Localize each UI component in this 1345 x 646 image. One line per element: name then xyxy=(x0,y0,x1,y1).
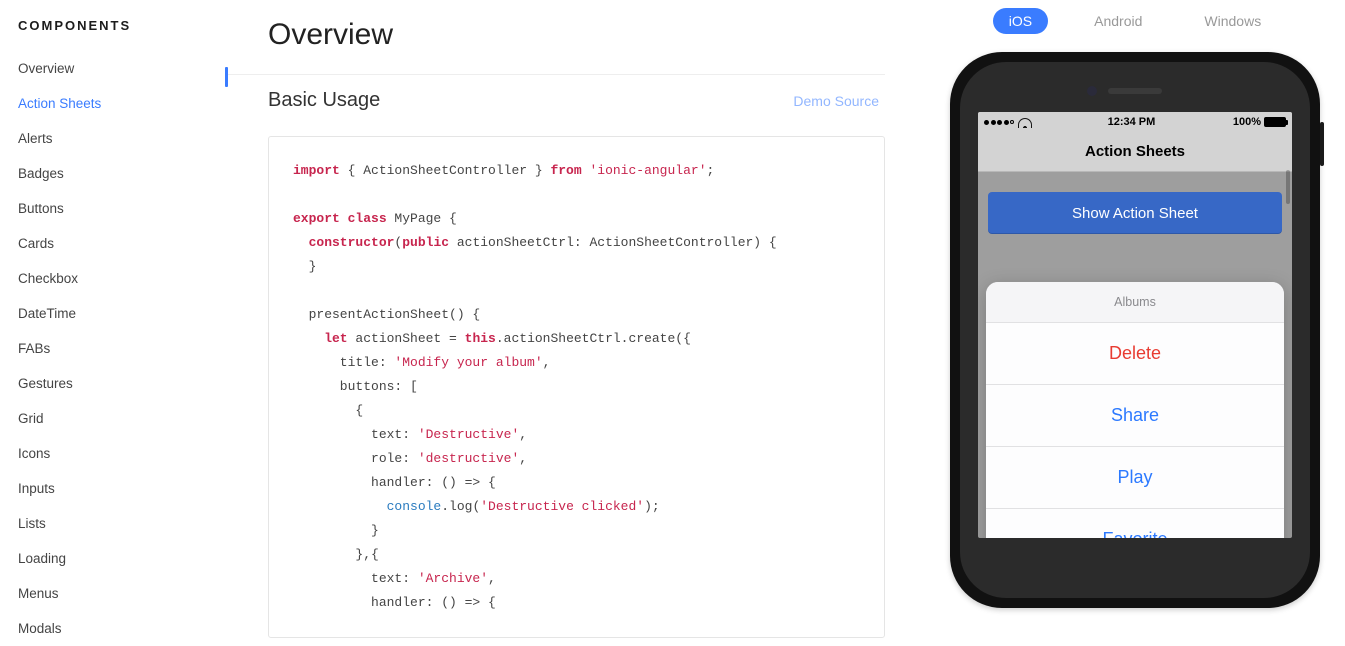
sidebar-item-lists[interactable]: Lists xyxy=(18,506,225,541)
sidebar-item-modals[interactable]: Modals xyxy=(18,611,225,646)
sidebar: COMPONENTS Overview Action Sheets Alerts… xyxy=(0,0,225,608)
code-token: 'Modify your album' xyxy=(394,355,542,370)
code-token xyxy=(293,499,387,514)
phone-screen: 12:34 PM 100% Action Sheets Show Action … xyxy=(978,112,1292,538)
code-token: text: xyxy=(293,427,418,442)
sidebar-item-badges[interactable]: Badges xyxy=(18,156,225,191)
tab-android[interactable]: Android xyxy=(1078,8,1158,34)
sidebar-title: COMPONENTS xyxy=(18,0,225,51)
phone-speaker-icon xyxy=(1108,88,1162,94)
sidebar-item-icons[interactable]: Icons xyxy=(18,436,225,471)
section-title: Basic Usage xyxy=(268,89,380,112)
status-time: 12:34 PM xyxy=(1108,116,1156,128)
sidebar-item-checkbox[interactable]: Checkbox xyxy=(18,261,225,296)
code-token: 'Destructive' xyxy=(418,427,519,442)
sidebar-item-cards[interactable]: Cards xyxy=(18,226,225,261)
phone-frame: 12:34 PM 100% Action Sheets Show Action … xyxy=(950,52,1320,608)
phone-side-button xyxy=(1320,122,1324,166)
status-bar: 12:34 PM 100% xyxy=(978,112,1292,132)
signal-dots-icon xyxy=(984,120,1014,125)
code-token: } xyxy=(293,523,379,538)
sidebar-item-menus[interactable]: Menus xyxy=(18,576,225,611)
code-token: } xyxy=(293,259,316,274)
battery-percent: 100% xyxy=(1233,116,1261,128)
code-block: import { ActionSheetController } from 'i… xyxy=(268,136,885,638)
code-token: 'destructive' xyxy=(418,451,519,466)
code-token: this xyxy=(465,331,496,346)
platform-tabs: iOS Android Windows xyxy=(993,8,1277,34)
code-token: , xyxy=(519,451,527,466)
section-indicator xyxy=(225,67,228,87)
code-token: , xyxy=(519,427,527,442)
code-token: ; xyxy=(707,163,715,178)
phone-camera-icon xyxy=(1087,86,1097,96)
sidebar-item-fabs[interactable]: FABs xyxy=(18,331,225,366)
code-token: { xyxy=(293,403,363,418)
code-token: MyPage { xyxy=(387,211,457,226)
code-token: 'ionic-angular' xyxy=(582,163,707,178)
code-token: public xyxy=(402,235,449,250)
code-token: presentActionSheet() { xyxy=(293,307,480,322)
code-token: console xyxy=(387,499,442,514)
action-sheet-button-delete[interactable]: Delete xyxy=(986,323,1284,385)
action-sheet: Albums Delete Share Play Favorite xyxy=(986,282,1284,538)
sidebar-item-action-sheets[interactable]: Action Sheets xyxy=(18,86,225,121)
sidebar-item-overview[interactable]: Overview xyxy=(18,51,225,86)
code-token: constructor xyxy=(293,235,394,250)
code-token: , xyxy=(543,355,551,370)
sidebar-item-inputs[interactable]: Inputs xyxy=(18,471,225,506)
code-token: .actionSheetCtrl.create({ xyxy=(496,331,691,346)
battery-icon xyxy=(1264,117,1286,127)
code-token: class xyxy=(340,211,387,226)
code-token: ); xyxy=(644,499,660,514)
sidebar-item-datetime[interactable]: DateTime xyxy=(18,296,225,331)
code-token: text: xyxy=(293,571,418,586)
code-token: 'Destructive clicked' xyxy=(480,499,644,514)
code-token: import xyxy=(293,163,340,178)
code-token: actionSheetCtrl: ActionSheetController) … xyxy=(449,235,777,250)
tab-windows[interactable]: Windows xyxy=(1188,8,1277,34)
wifi-icon xyxy=(1018,118,1030,127)
sidebar-item-loading[interactable]: Loading xyxy=(18,541,225,576)
scrollbar[interactable] xyxy=(1286,170,1290,204)
code-token: 'Archive' xyxy=(418,571,488,586)
preview-column: iOS Android Windows 12:34 xyxy=(925,0,1345,608)
content: Overview Basic Usage Demo Source import … xyxy=(225,0,925,608)
code-token: { ActionSheetController } xyxy=(340,163,551,178)
action-sheet-title: Albums xyxy=(986,282,1284,323)
action-sheet-button-play[interactable]: Play xyxy=(986,447,1284,509)
code-token: handler: () => { xyxy=(293,475,496,490)
sidebar-item-grid[interactable]: Grid xyxy=(18,401,225,436)
code-token: .log( xyxy=(441,499,480,514)
code-token: from xyxy=(550,163,581,178)
main: Overview Basic Usage Demo Source import … xyxy=(225,0,1345,608)
code-token: actionSheet = xyxy=(348,331,465,346)
app-header: Action Sheets xyxy=(978,132,1292,172)
code-token: title: xyxy=(293,355,394,370)
show-action-sheet-button[interactable]: Show Action Sheet xyxy=(988,192,1282,234)
code-token: let xyxy=(293,331,348,346)
action-sheet-button-favorite[interactable]: Favorite xyxy=(986,509,1284,538)
sidebar-item-alerts[interactable]: Alerts xyxy=(18,121,225,156)
sidebar-item-gestures[interactable]: Gestures xyxy=(18,366,225,401)
code-token: },{ xyxy=(293,547,379,562)
code-token: buttons: [ xyxy=(293,379,418,394)
page-title: Overview xyxy=(226,0,925,74)
tab-ios[interactable]: iOS xyxy=(993,8,1048,34)
sidebar-item-buttons[interactable]: Buttons xyxy=(18,191,225,226)
code-token: role: xyxy=(293,451,418,466)
code-token: , xyxy=(488,571,496,586)
code-token: export xyxy=(293,211,340,226)
action-sheet-button-share[interactable]: Share xyxy=(986,385,1284,447)
demo-source-link[interactable]: Demo Source xyxy=(793,93,885,109)
